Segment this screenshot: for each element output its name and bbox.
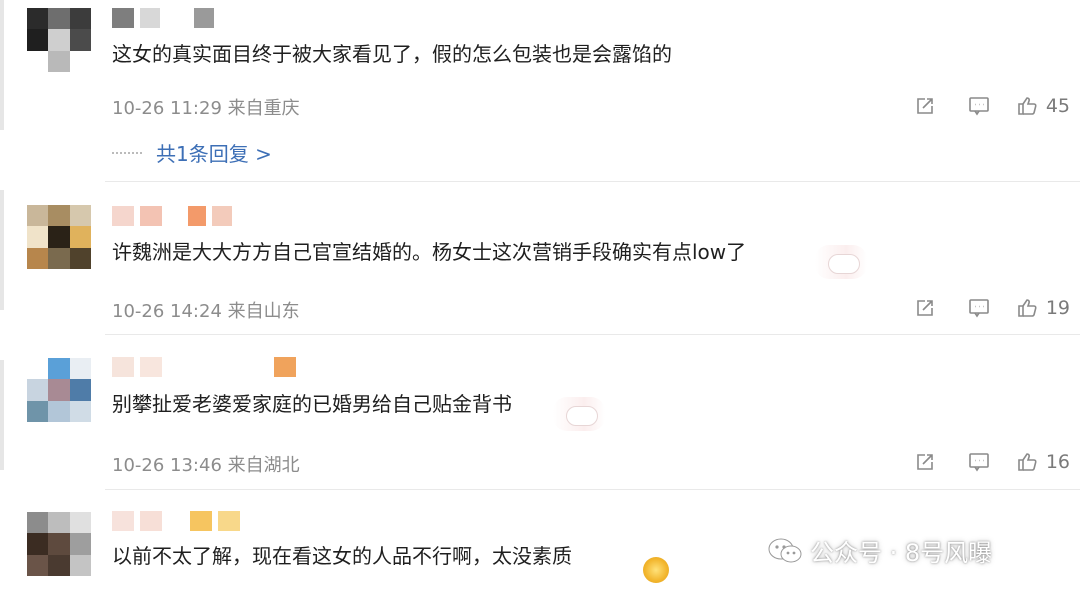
- avatar[interactable]: [27, 512, 91, 576]
- divider: [105, 489, 1080, 490]
- avatar[interactable]: [27, 8, 91, 72]
- comment-button[interactable]: [952, 294, 1006, 322]
- share-icon: [917, 98, 933, 114]
- avatar[interactable]: [27, 358, 91, 422]
- comment-meta: 10-26 13:46 来自湖北: [112, 455, 300, 476]
- like-icon: [1018, 453, 1037, 471]
- share-icon: [917, 454, 933, 470]
- reply-link[interactable]: 共1条回复 >: [112, 138, 272, 167]
- reply-count-link[interactable]: 共1条回复 >: [156, 138, 272, 167]
- comment-icon: [969, 97, 989, 116]
- comment-button[interactable]: [952, 92, 1006, 120]
- share-button[interactable]: [898, 448, 952, 476]
- left-edge-bar: [0, 0, 4, 130]
- avatar[interactable]: [27, 205, 91, 269]
- username-blurred[interactable]: [112, 511, 240, 531]
- like-button[interactable]: 16: [1006, 451, 1070, 473]
- comment-text: 别攀扯爱老婆爱家庭的已婚男给自己贴金背书: [112, 392, 512, 416]
- comment-meta: 10-26 11:29 来自重庆: [112, 98, 300, 119]
- comment-icon: [969, 453, 989, 472]
- comment-text: 许魏洲是大大方方自己官宣结婚的。杨女士这次营销手段确实有点low了: [112, 240, 747, 264]
- comment-button[interactable]: [952, 448, 1006, 476]
- watermark: 公众号 · 8号风曝: [768, 533, 992, 568]
- emoji-sticker-face: [828, 254, 860, 274]
- like-icon: [1018, 97, 1037, 115]
- comment-meta: 10-26 14:24 来自山东: [112, 301, 300, 322]
- divider: [105, 334, 1080, 335]
- like-count: 45: [1045, 95, 1070, 117]
- share-icon: [917, 300, 933, 316]
- like-count: 19: [1045, 297, 1070, 319]
- divider: [105, 181, 1080, 182]
- gold-badge-emoji: [643, 557, 669, 583]
- comment-actions: 19: [898, 294, 1070, 322]
- username-blurred[interactable]: [112, 8, 214, 28]
- share-button[interactable]: [898, 92, 952, 120]
- like-button[interactable]: 19: [1006, 297, 1070, 319]
- comment-icon: [969, 299, 989, 318]
- emoji-sticker-face: [566, 406, 598, 426]
- reply-dots: [112, 151, 142, 154]
- comment-actions: 16: [898, 448, 1070, 476]
- share-button[interactable]: [898, 294, 952, 322]
- like-count: 16: [1045, 451, 1070, 473]
- watermark-text: 公众号 · 8号风曝: [810, 539, 993, 567]
- like-button[interactable]: 45: [1006, 95, 1070, 117]
- comment-text: 这女的真实面目终于被大家看见了，假的怎么包装也是会露馅的: [112, 42, 672, 66]
- username-blurred[interactable]: [112, 206, 232, 226]
- left-edge-bar: [0, 190, 4, 310]
- username-blurred[interactable]: [112, 357, 296, 377]
- like-icon: [1018, 299, 1037, 317]
- comment-text: 以前不太了解，现在看这女的人品不行啊，太没素质: [112, 544, 572, 568]
- wechat-icon: [768, 537, 802, 565]
- left-edge-bar: [0, 360, 4, 470]
- comment-actions: 45: [898, 92, 1070, 120]
